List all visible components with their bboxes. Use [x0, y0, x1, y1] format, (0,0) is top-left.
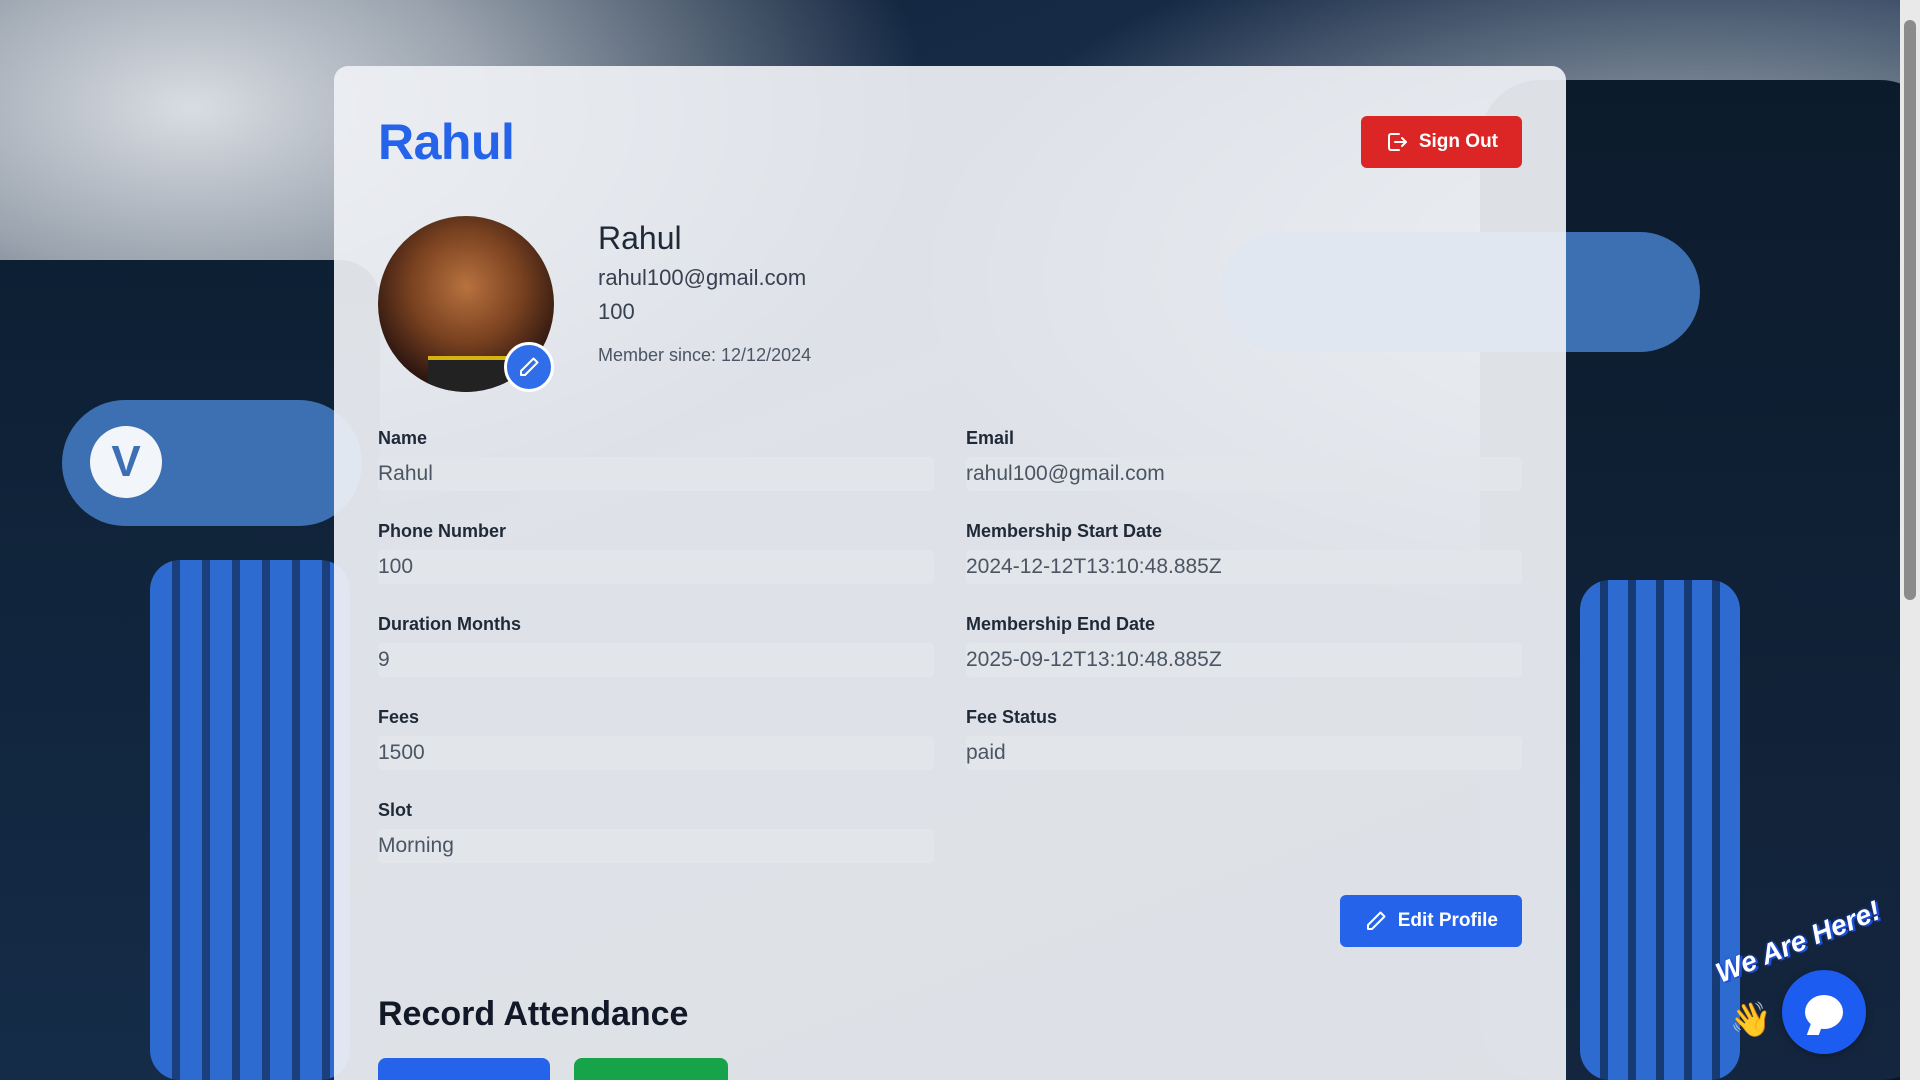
edit-avatar-button[interactable] [504, 342, 554, 392]
profile-info: Rahul rahul100@gmail.com 100 Member sinc… [598, 216, 811, 366]
field-slot: Slot Morning [378, 800, 934, 863]
edit-row: Edit Profile [378, 895, 1522, 947]
field-fees-label: Fees [378, 707, 420, 727]
background-plates-right [1580, 580, 1740, 1080]
field-email-label: Email [966, 428, 1015, 448]
background-plates-left [150, 560, 350, 1080]
attendance-buttons [378, 1058, 1522, 1080]
field-duration: Duration Months 9 [378, 614, 934, 677]
field-start-date-label: Membership Start Date [966, 521, 1163, 541]
field-fee-status-value: paid [966, 736, 1522, 770]
pencil-icon [1366, 911, 1386, 930]
field-fees: Fees 1500 [378, 707, 934, 770]
chat-bubble-icon [1805, 995, 1843, 1029]
field-email-value: rahul100@gmail.com [966, 457, 1522, 491]
background-logo-icon: V [90, 426, 162, 498]
field-fees-value: 1500 [378, 736, 934, 770]
member-since: Member since: 12/12/2024 [598, 345, 812, 365]
field-end-date-label: Membership End Date [966, 614, 1156, 634]
field-start-date: Membership Start Date 2024-12-12T13:10:4… [966, 521, 1522, 584]
page-scrollbar[interactable] [1900, 0, 1920, 1080]
field-end-date-value: 2025-09-12T13:10:48.885Z [966, 643, 1522, 677]
record-attendance-title: Record Attendance [378, 995, 689, 1033]
field-duration-label: Duration Months [378, 614, 521, 634]
avatar-detail [428, 356, 508, 392]
background-pill-left: V [62, 400, 362, 526]
profile-phone: 100 [598, 299, 635, 324]
field-start-date-value: 2024-12-12T13:10:48.885Z [966, 550, 1522, 584]
field-duration-value: 9 [378, 643, 934, 677]
waving-hand-icon: 👋 [1729, 1001, 1772, 1039]
edit-profile-button[interactable]: Edit Profile [1339, 895, 1522, 947]
profile-name: Rahul [598, 220, 682, 256]
sign-out-label: Sign Out [1418, 131, 1498, 152]
attendance-button-primary[interactable] [378, 1058, 550, 1080]
profile-card: Rahul Sign Out Rahul rahul100@gmail.com [334, 66, 1566, 1080]
profile-summary: Rahul rahul100@gmail.com 100 Member sinc… [378, 216, 1522, 392]
field-fee-status: Fee Status paid [966, 707, 1522, 770]
avatar-wrapper [378, 216, 554, 392]
sign-out-button[interactable]: Sign Out [1360, 116, 1522, 168]
page-title: Rahul [378, 114, 515, 170]
field-phone: Phone Number 100 [378, 521, 934, 584]
field-phone-value: 100 [378, 550, 934, 584]
scrollbar-thumb[interactable] [1904, 20, 1916, 600]
card-header: Rahul Sign Out [378, 110, 1522, 174]
attendance-button-secondary[interactable] [574, 1058, 728, 1080]
chat-widget-button[interactable] [1782, 970, 1866, 1054]
field-end-date: Membership End Date 2025-09-12T13:10:48.… [966, 614, 1522, 677]
field-name-label: Name [378, 428, 428, 448]
sign-out-icon [1387, 133, 1407, 151]
pencil-icon [520, 357, 539, 376]
field-email: Email rahul100@gmail.com [966, 428, 1522, 491]
field-phone-label: Phone Number [378, 521, 507, 541]
profile-email: rahul100@gmail.com [598, 265, 807, 290]
edit-profile-label: Edit Profile [1397, 910, 1498, 931]
field-name-value: Rahul [378, 457, 934, 491]
field-slot-label: Slot [378, 800, 412, 820]
field-name: Name Rahul [378, 428, 934, 491]
profile-fields: Name Rahul Email rahul100@gmail.com Phon… [378, 428, 1522, 863]
field-fee-status-label: Fee Status [966, 707, 1058, 727]
field-slot-value: Morning [378, 829, 934, 863]
